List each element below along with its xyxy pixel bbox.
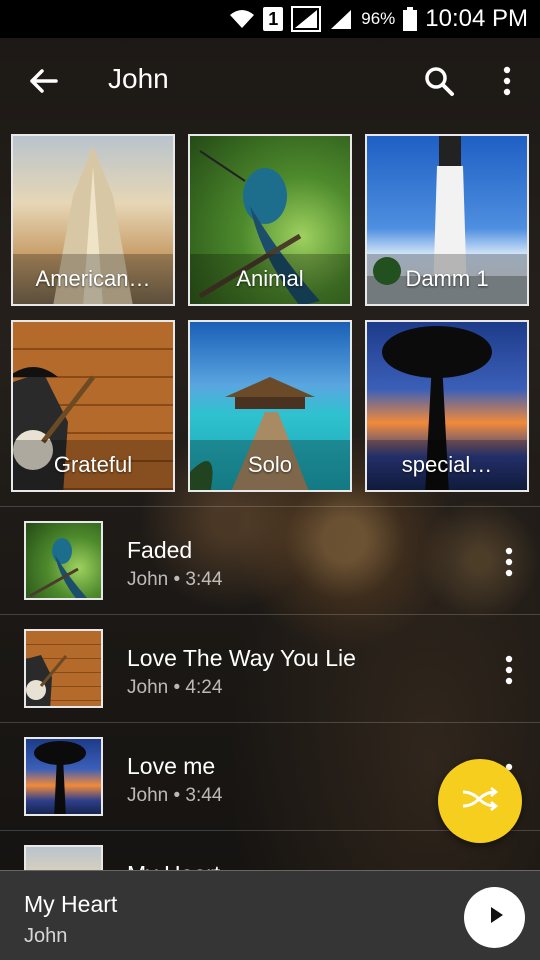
play-button[interactable] [464,887,525,948]
album-tile-damm[interactable]: Damm 1 [365,134,529,306]
song-duration: 3:44 [185,569,223,590]
song-thumbnail [24,521,103,600]
meta-separator: • [173,569,181,590]
song-meta: John • 3:44 [127,569,222,591]
album-title: Damm 1 [367,254,527,304]
shuffle-icon [460,784,500,819]
album-title: American… [13,254,173,304]
meta-separator: • [173,677,181,698]
album-title: Animal [190,254,350,304]
song-thumbnail [24,737,103,816]
song-meta: John • 4:24 [127,677,222,699]
song-artist: John [127,569,169,590]
song-duration: 4:24 [185,677,223,698]
search-icon[interactable] [422,64,456,98]
song-row[interactable]: Love The Way You Lie John • 4:24 [0,614,540,722]
more-vert-icon[interactable] [492,545,526,579]
app-bar: John [0,38,540,124]
signal-icon-2 [329,8,353,30]
song-artist: John [127,677,169,698]
song-title: Love The Way You Lie [127,645,356,671]
album-tile-grateful[interactable]: Grateful [11,320,175,492]
album-title: Grateful [13,440,173,490]
album-tile-solo[interactable]: Solo [188,320,352,492]
album-title: Solo [190,440,350,490]
more-vert-icon[interactable] [490,64,524,98]
album-grid: American… Animal Damm 1 Grateful Solo sp… [11,134,529,492]
page-title: John [108,63,169,94]
song-title: Faded [127,537,193,563]
shuffle-button[interactable] [438,759,522,843]
back-arrow-icon[interactable] [24,62,62,100]
album-title: special… [367,440,527,490]
now-playing-bar[interactable]: My Heart John [0,870,540,960]
status-bar: 1 96% 10:04 PM [0,0,540,38]
album-tile-american[interactable]: American… [11,134,175,306]
song-artist: John [127,785,169,806]
song-row[interactable]: Faded John • 3:44 [0,506,540,614]
now-playing-title: My Heart [24,891,118,917]
meta-separator: • [173,785,181,806]
album-tile-animal[interactable]: Animal [188,134,352,306]
battery-percent: 96% [361,9,396,28]
clock: 10:04 PM [425,5,528,32]
song-thumbnail [24,629,103,708]
song-duration: 3:44 [185,785,223,806]
more-vert-icon[interactable] [492,653,526,687]
song-meta: John • 3:44 [127,785,222,807]
play-icon [482,902,508,933]
song-title: Love me [127,753,216,779]
battery-icon [403,7,418,31]
album-tile-special[interactable]: special… [365,320,529,492]
wifi-icon [229,8,255,30]
signal-icon [291,6,322,32]
now-playing-artist: John [24,925,68,947]
sim-slot-badge: 1 [263,7,284,31]
